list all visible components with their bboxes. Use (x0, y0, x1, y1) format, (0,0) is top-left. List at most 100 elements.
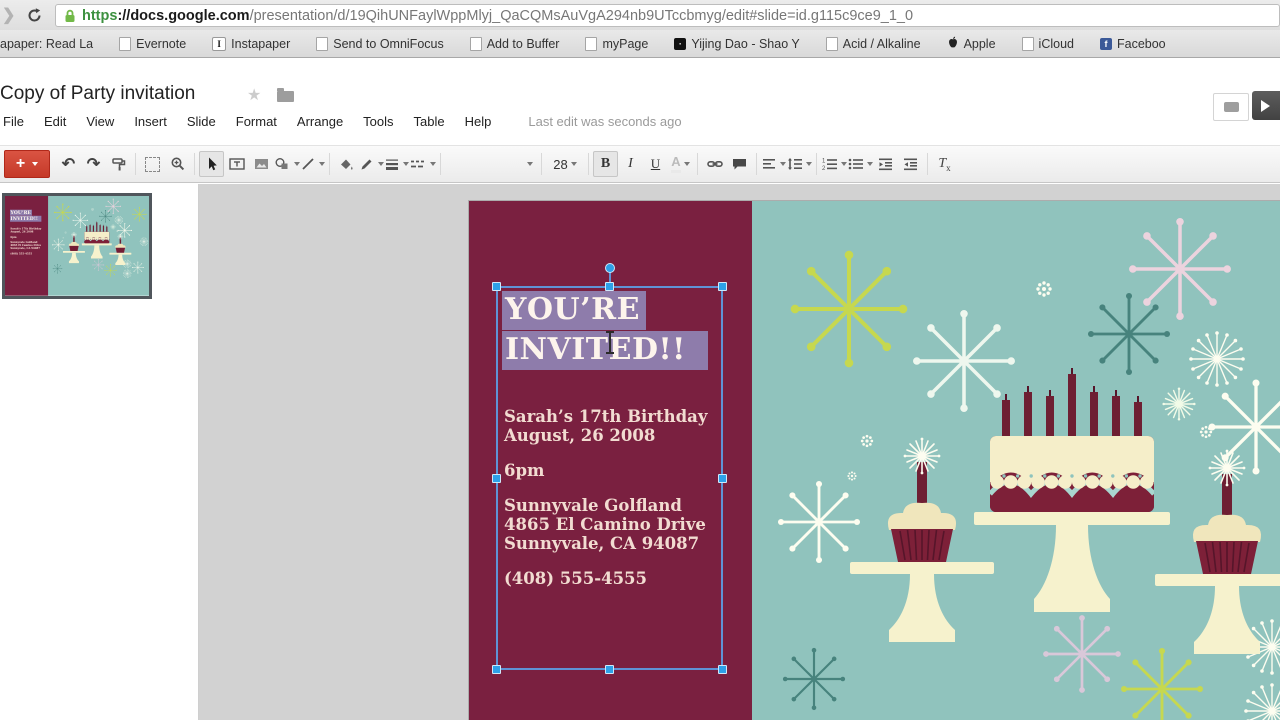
outdent-button[interactable] (873, 151, 898, 177)
line-weight-icon (384, 156, 400, 172)
reload-icon (26, 7, 43, 24)
svg-text:1: 1 (822, 159, 826, 165)
ibeam-cursor (609, 332, 611, 353)
text-color-button[interactable]: A (668, 151, 693, 177)
clear-formatting-button[interactable]: Tx (932, 151, 957, 177)
align-button[interactable] (761, 151, 786, 177)
forward-button[interactable]: ❯ (2, 5, 15, 25)
slide-thumbnail-clone[interactable]: YOU’RE INVITED!! Sarah’s 17th BirthdayAu… (5, 196, 150, 296)
bookmark-omnifocus[interactable]: Send to OmniFocus (316, 37, 443, 51)
bulleted-list-button[interactable] (847, 151, 873, 177)
resize-handle[interactable] (718, 282, 727, 291)
line-spacing-button[interactable] (786, 151, 812, 177)
bookmark-yijing-dao[interactable]: ·Yijing Dao - Shao Y (674, 37, 799, 51)
fill-color-button[interactable] (334, 151, 359, 177)
bookmark-read-later[interactable]: apaper: Read La (0, 37, 93, 51)
resize-handle[interactable] (718, 474, 727, 483)
last-edit-status: Last edit was seconds ago (528, 114, 681, 129)
document-title[interactable]: Copy of Party invitation (0, 83, 195, 105)
chevron-down-icon (806, 162, 812, 166)
font-family-select[interactable] (445, 152, 537, 176)
slide-canvas[interactable]: YOU’RE INVITED!! Sarah’s 17th BirthdayAu… (199, 184, 1280, 720)
secure-lock-icon (64, 9, 76, 23)
invitation-title: YOU’RE INVITED!! (10, 210, 41, 222)
select-cursor-button[interactable] (199, 151, 224, 177)
bookmark-evernote[interactable]: Evernote (119, 37, 186, 51)
indent-button[interactable] (898, 151, 923, 177)
menu-format[interactable]: Format (226, 114, 287, 129)
line-spacing-icon (786, 156, 803, 172)
zoom-fit-button[interactable] (140, 151, 165, 177)
bookmark-instapaper[interactable]: IInstapaper (212, 37, 290, 51)
bookmark-mypage[interactable]: myPage (585, 37, 648, 51)
page-icon (585, 37, 597, 51)
text-box-button[interactable] (224, 151, 249, 177)
menu-edit[interactable]: Edit (34, 114, 76, 129)
line-dash-button[interactable] (409, 151, 436, 177)
bookmark-buffer[interactable]: Add to Buffer (470, 37, 560, 51)
insert-image-button[interactable] (249, 151, 274, 177)
align-icon (761, 156, 777, 172)
url-host: ://docs.google.com (117, 8, 249, 24)
selected-text-line: YOU’RE (10, 210, 32, 216)
slide-thumbnail[interactable]: YOU’RE INVITED!! Sarah’s 17th BirthdayAu… (2, 193, 152, 299)
reload-button[interactable] (22, 3, 46, 27)
bold-button[interactable]: B (593, 151, 618, 177)
bookmark-icloud[interactable]: iCloud (1022, 37, 1074, 51)
underline-button[interactable]: U (643, 151, 668, 177)
present-button[interactable] (1252, 91, 1280, 120)
insert-line-button[interactable] (300, 151, 325, 177)
insert-link-button[interactable] (702, 151, 727, 177)
numbered-list-button[interactable]: 12 (821, 151, 847, 177)
menu-help[interactable]: Help (455, 114, 502, 129)
docs-header: Copy of Party invitation ★ File Edit Vie… (0, 58, 1280, 145)
italic-button[interactable]: I (618, 151, 643, 177)
pencil-icon (359, 156, 375, 172)
bookmark-acid-alkaline[interactable]: Acid / Alkaline (826, 37, 921, 51)
comments-button[interactable] (1213, 93, 1249, 121)
cupcake-left (850, 438, 994, 642)
chevron-down-icon (319, 162, 325, 166)
star-icon[interactable]: ★ (247, 85, 261, 105)
undo-button[interactable]: ↶ (56, 151, 81, 177)
url-bar[interactable]: https://docs.google.com/presentation/d/1… (55, 4, 1280, 27)
menu-view[interactable]: View (76, 114, 124, 129)
slide[interactable]: YOU’RE INVITED!! Sarah’s 17th BirthdayAu… (469, 201, 1280, 720)
paint-format-button[interactable] (106, 151, 131, 177)
menu-table[interactable]: Table (404, 114, 455, 129)
resize-handle[interactable] (492, 665, 501, 674)
menu-tools[interactable]: Tools (353, 114, 403, 129)
bookmark-apple[interactable]: Apple (947, 36, 996, 52)
paint-roller-icon (111, 156, 127, 172)
comment-bubble-icon (1224, 102, 1239, 112)
numbered-list-icon: 12 (821, 156, 838, 172)
menu-slide[interactable]: Slide (177, 114, 226, 129)
new-slide-button[interactable]: + (4, 150, 50, 178)
resize-handle[interactable] (605, 665, 614, 674)
menubar: File Edit View Insert Slide Format Arran… (0, 114, 682, 129)
line-color-button[interactable] (359, 151, 384, 177)
image-icon (253, 156, 270, 172)
menu-file[interactable]: File (0, 114, 34, 129)
toolbar: + ↶ ↷ 28 B I U A 12 (0, 145, 1280, 183)
bookmark-facebook[interactable]: fFaceboo (1100, 37, 1166, 51)
indent-icon (902, 156, 919, 172)
resize-handle[interactable] (492, 474, 501, 483)
chevron-down-icon (684, 162, 690, 166)
outdent-icon (877, 156, 894, 172)
cupcake-left (63, 232, 85, 263)
zoom-button[interactable] (165, 151, 190, 177)
url-path: /presentation/d/19QihUNFaylWppMlyj_QaCQM… (250, 8, 913, 24)
resize-handle[interactable] (718, 665, 727, 674)
redo-button[interactable]: ↷ (81, 151, 106, 177)
rotation-handle[interactable] (605, 263, 615, 273)
menu-insert[interactable]: Insert (124, 114, 177, 129)
resize-handle[interactable] (605, 282, 614, 291)
folder-icon[interactable] (277, 91, 294, 102)
insert-comment-button[interactable] (727, 151, 752, 177)
font-size-select[interactable]: 28 (546, 152, 584, 176)
menu-arrange[interactable]: Arrange (287, 114, 353, 129)
line-weight-button[interactable] (384, 151, 409, 177)
insert-shape-button[interactable] (274, 151, 300, 177)
resize-handle[interactable] (492, 282, 501, 291)
